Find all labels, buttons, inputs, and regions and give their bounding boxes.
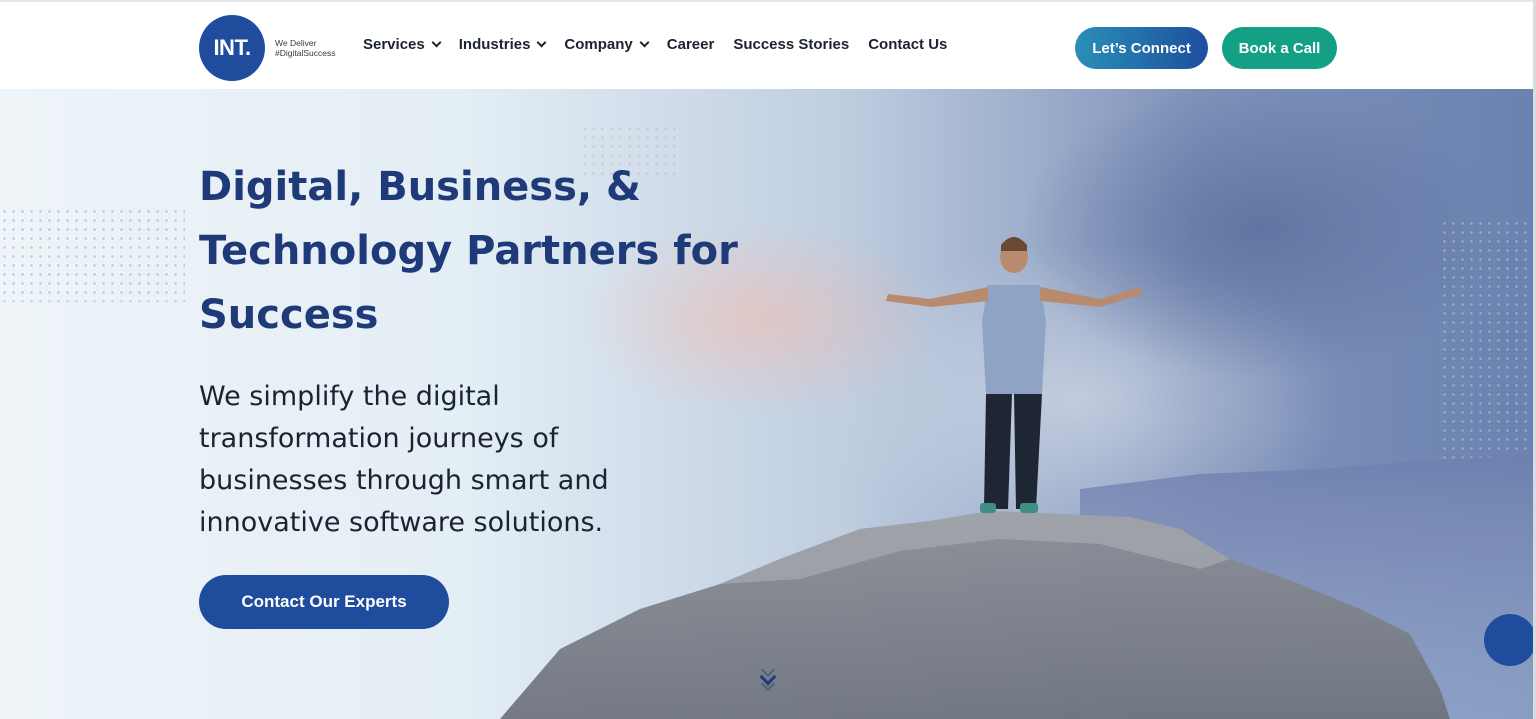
headline-line-3: Success xyxy=(199,292,379,338)
headline-line-2: Technology Partners for xyxy=(199,228,738,274)
logo-tagline: We Deliver #DigitalSuccess xyxy=(275,38,335,58)
subtitle-line-1: We simplify the digital xyxy=(199,381,500,412)
logo[interactable]: INT. xyxy=(199,15,265,81)
main-nav: Services Industries Company Career Succe… xyxy=(363,36,966,53)
hero-headline: Digital, Business, & Technology Partners… xyxy=(199,155,759,347)
nav-label: Services xyxy=(363,36,425,53)
chevron-down-icon xyxy=(639,37,650,48)
hero-subtitle: We simplify the digital transformation j… xyxy=(199,376,719,544)
nav-item-contact-us[interactable]: Contact Us xyxy=(868,36,947,53)
lets-connect-button[interactable]: Let’s Connect xyxy=(1075,27,1208,69)
subtitle-line-2: transformation journeys of xyxy=(199,423,559,454)
person-figure xyxy=(886,237,1142,513)
contact-our-experts-button[interactable]: Contact Our Experts xyxy=(199,575,449,629)
nav-label: Success Stories xyxy=(733,36,850,53)
tagline-line-1: We Deliver xyxy=(275,38,317,48)
nav-label: Contact Us xyxy=(868,36,948,53)
headline-line-1: Digital, Business, & xyxy=(199,164,641,210)
chat-widget-icon[interactable] xyxy=(1484,614,1536,666)
nav-item-success-stories[interactable]: Success Stories xyxy=(733,36,849,53)
site-header: INT. We Deliver #DigitalSuccess Services… xyxy=(0,0,1536,89)
nav-item-industries[interactable]: Industries xyxy=(458,36,547,53)
book-a-call-button[interactable]: Book a Call xyxy=(1222,27,1337,69)
subtitle-line-3: businesses through smart and xyxy=(199,465,609,496)
subtitle-line-4: innovative software solutions. xyxy=(199,507,604,538)
nav-label: Industries xyxy=(458,36,531,53)
nav-label: Company xyxy=(564,36,633,53)
nav-item-company[interactable]: Company xyxy=(564,36,650,53)
nav-label: Career xyxy=(666,36,715,53)
chevron-down-icon xyxy=(536,37,547,48)
nav-item-services[interactable]: Services xyxy=(363,36,442,53)
hero-section: Digital, Business, & Technology Partners… xyxy=(0,89,1536,719)
nav-item-career[interactable]: Career xyxy=(667,36,715,53)
scroll-down-chevrons-icon[interactable] xyxy=(756,662,780,717)
chevron-down-icon xyxy=(431,37,442,48)
logo-text: INT. xyxy=(213,35,251,60)
tagline-line-2: #DigitalSuccess xyxy=(275,48,336,58)
